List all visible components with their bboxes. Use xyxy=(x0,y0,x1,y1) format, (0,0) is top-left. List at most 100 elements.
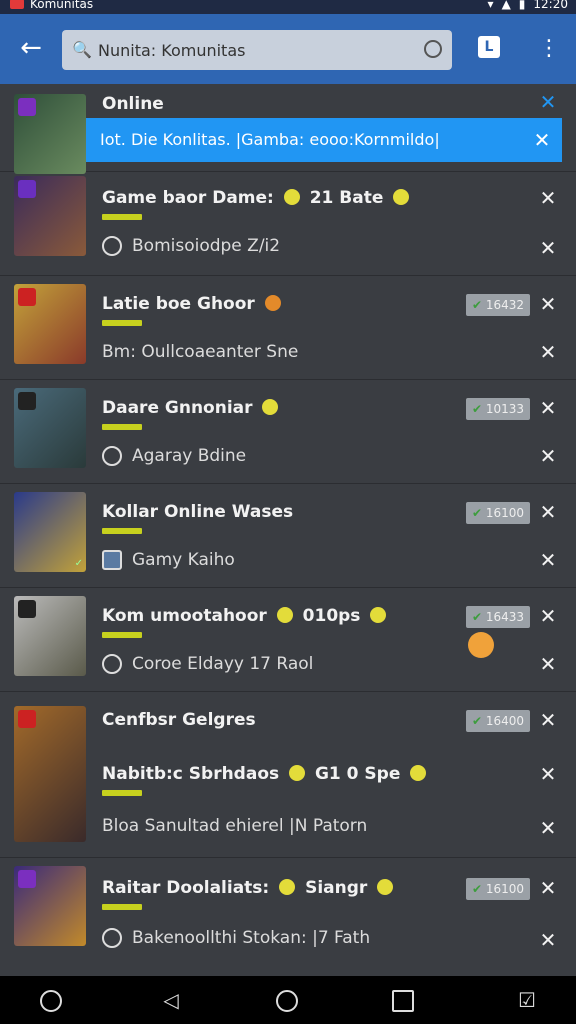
title-suffix: 21 Bate xyxy=(309,188,384,208)
title-suffix: Siangr xyxy=(305,878,368,898)
list-item[interactable]: Online ✕ Iot. Die Konlitas. |Gamba: eooo… xyxy=(0,84,576,174)
smiley-icon xyxy=(377,879,394,895)
item-title: Online xyxy=(102,94,164,114)
badge-icon xyxy=(18,98,36,116)
badge-icon xyxy=(18,288,36,306)
close-icon[interactable]: ✕ xyxy=(538,930,558,950)
recents-icon[interactable] xyxy=(392,990,414,1012)
logo-button[interactable]: L xyxy=(478,36,500,58)
title-text: Game baor Dame: xyxy=(102,188,274,208)
title-text: Raitar Doolaliats: xyxy=(102,878,270,898)
close-icon[interactable]: ✕ xyxy=(538,502,558,522)
nav-back-icon[interactable]: ◁ xyxy=(160,990,182,1012)
close-icon[interactable]: ✕ xyxy=(538,294,558,314)
navigation-bar: ◁ ☑ xyxy=(0,976,576,1024)
link-icon xyxy=(102,446,122,466)
close-icon[interactable]: ✕ xyxy=(538,238,558,258)
link-icon xyxy=(102,928,122,948)
level-bar xyxy=(102,632,142,638)
close-icon[interactable]: ✕ xyxy=(538,398,558,418)
status-badge: ✔ 16400 xyxy=(466,710,530,732)
list-item[interactable]: Cenfbsr Gelgres Nabitb:c Sbrhdaos G1 0 S… xyxy=(0,692,576,858)
badge-icon xyxy=(18,600,36,618)
subtitle-text: Gamy Kaiho xyxy=(132,550,235,570)
home-circle-icon[interactable] xyxy=(40,990,62,1012)
item-title: Raitar Doolaliats: Siangr xyxy=(102,878,397,898)
close-icon[interactable]: ✕ xyxy=(538,764,558,784)
item-subtitle: Bomisoiodpe Z/i2 xyxy=(102,236,280,256)
level-bar xyxy=(102,214,142,220)
item-subtitle: Gamy Kaiho xyxy=(102,550,235,570)
badge-text: 16432 xyxy=(485,298,525,312)
list-item[interactable]: ✓ Kollar Online Wases Gamy Kaiho ✔ 16100… xyxy=(0,484,576,588)
title-text: Latie boe Ghoor xyxy=(102,294,255,314)
subtitle-text: Bakenoollthi Stokan: |7 Fath xyxy=(132,928,371,948)
close-icon[interactable]: ✕ xyxy=(532,130,552,150)
status-badge: ✔ 16100 xyxy=(466,502,530,524)
close-icon[interactable]: ✕ xyxy=(538,654,558,674)
status-badge: ✔ 16432 xyxy=(466,294,530,316)
home-icon[interactable] xyxy=(276,990,298,1012)
title-suffix: G1 0 Spe xyxy=(314,764,401,784)
level-bar xyxy=(102,528,142,534)
status-bar: Komunitas ▾ ▲ ▮ 12:20 xyxy=(0,0,576,14)
smiley-icon xyxy=(262,399,279,415)
notification-banner[interactable]: Iot. Die Konlitas. |Gamba: eooo:Kornmild… xyxy=(86,118,562,162)
link-icon xyxy=(102,654,122,674)
close-icon[interactable]: ✕ xyxy=(538,550,558,570)
thumbnail xyxy=(14,388,86,468)
screenshot-icon[interactable]: ☑ xyxy=(516,990,538,1012)
smiley-icon xyxy=(276,607,293,623)
more-vert-icon[interactable]: ⋮ xyxy=(538,34,560,64)
title-text: Daare Gnnoniar xyxy=(102,398,253,418)
level-bar xyxy=(102,904,142,910)
subtitle-text: Coroe Eldayy 17 Raol xyxy=(132,654,314,674)
item-subtitle: Agaray Bdine xyxy=(102,446,246,466)
smiley-icon xyxy=(264,295,281,311)
list-item[interactable]: Game baor Dame: 21 Bate Bomisoiodpe Z/i2… xyxy=(0,172,576,276)
arrow-left-icon[interactable]: ← xyxy=(16,34,46,64)
close-icon[interactable]: ✕ xyxy=(538,878,558,898)
smiley-icon xyxy=(289,765,306,781)
smiley-icon xyxy=(370,607,387,623)
close-icon[interactable]: ✕ xyxy=(538,188,558,208)
level-bar xyxy=(102,424,142,430)
smiley-icon xyxy=(283,189,300,205)
battery-icon: ▮ xyxy=(518,0,526,11)
mascot-icon xyxy=(468,632,494,658)
thumbnail xyxy=(14,866,86,946)
list-item[interactable]: Raitar Doolaliats: Siangr Bakenoollthi S… xyxy=(0,858,576,976)
level-bar xyxy=(102,320,142,326)
avatar xyxy=(102,550,122,570)
badge-text: 16433 xyxy=(485,610,525,624)
list-item[interactable]: Kom umootahoor 010ps Coroe Eldayy 17 Rao… xyxy=(0,588,576,692)
close-icon[interactable]: ✕ xyxy=(538,342,558,362)
list-item[interactable]: Latie boe Ghoor Bm: Oullcoaeanter Sne ✔ … xyxy=(0,276,576,380)
status-badge: ✔ 10133 xyxy=(466,398,530,420)
thumbnail xyxy=(14,176,86,256)
title-suffix: 010ps xyxy=(302,606,361,626)
refresh-icon[interactable] xyxy=(424,40,442,58)
app-bar: ← 🔍 L ⋮ xyxy=(0,14,576,84)
close-icon[interactable]: ✕ xyxy=(538,818,558,838)
status-right: ▾ ▲ ▮ 12:20 xyxy=(488,0,568,11)
item-title: Kom umootahoor 010ps xyxy=(102,606,390,626)
title-text: Kom umootahoor xyxy=(102,606,267,626)
item-subtitle: Bloa Sanultad ehierel |N Patorn xyxy=(102,816,368,836)
status-app: Komunitas xyxy=(10,0,93,10)
close-icon[interactable]: ✕ xyxy=(538,606,558,626)
item-subtitle: Bm: Oullcoaeanter Sne xyxy=(102,342,299,362)
close-icon[interactable]: ✕ xyxy=(538,92,558,112)
thumbnail: ✓ xyxy=(14,492,86,572)
search-input[interactable] xyxy=(98,40,418,60)
item-subtitle: Bakenoollthi Stokan: |7 Fath xyxy=(102,928,370,948)
smiley-icon xyxy=(393,189,410,205)
clock: 12:20 xyxy=(533,0,568,11)
list-item[interactable]: Daare Gnnoniar Agaray Bdine ✔ 10133 ✕ ✕ xyxy=(0,380,576,484)
close-icon[interactable]: ✕ xyxy=(538,446,558,466)
subtitle-text: Bomisoiodpe Z/i2 xyxy=(132,236,281,256)
chat-icon xyxy=(102,236,122,256)
search-box[interactable]: 🔍 xyxy=(62,30,452,70)
close-icon[interactable]: ✕ xyxy=(538,710,558,730)
badge-text: 16100 xyxy=(485,882,525,896)
